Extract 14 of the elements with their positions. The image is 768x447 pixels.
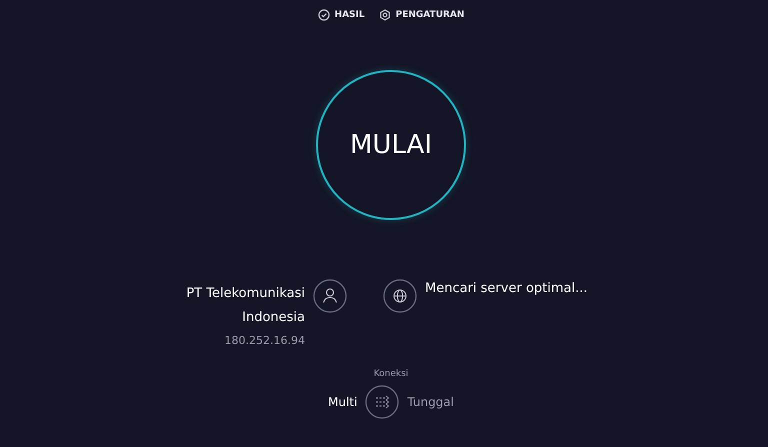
check-circle-icon xyxy=(318,9,330,21)
connection-option[interactable]: Tunggal xyxy=(407,395,454,409)
user-icon[interactable] xyxy=(313,279,347,313)
settings-icon xyxy=(378,9,391,21)
globe-icon[interactable] xyxy=(383,279,417,313)
provider-name: PT Telekomunikasi Indonesia xyxy=(186,285,305,327)
ip-address: 180.252.16.94 xyxy=(224,334,305,347)
nav-link[interactable]: HASIL xyxy=(318,9,365,21)
connections-icon[interactable] xyxy=(365,385,400,419)
server-status: Mencari server optimal... xyxy=(425,280,588,298)
connection-option[interactable]: Multi xyxy=(328,395,358,409)
start-button[interactable]: MULAI xyxy=(316,70,466,220)
nav-link[interactable]: PENGATURAN xyxy=(378,9,464,21)
connection-label: Koneksi xyxy=(374,369,408,379)
